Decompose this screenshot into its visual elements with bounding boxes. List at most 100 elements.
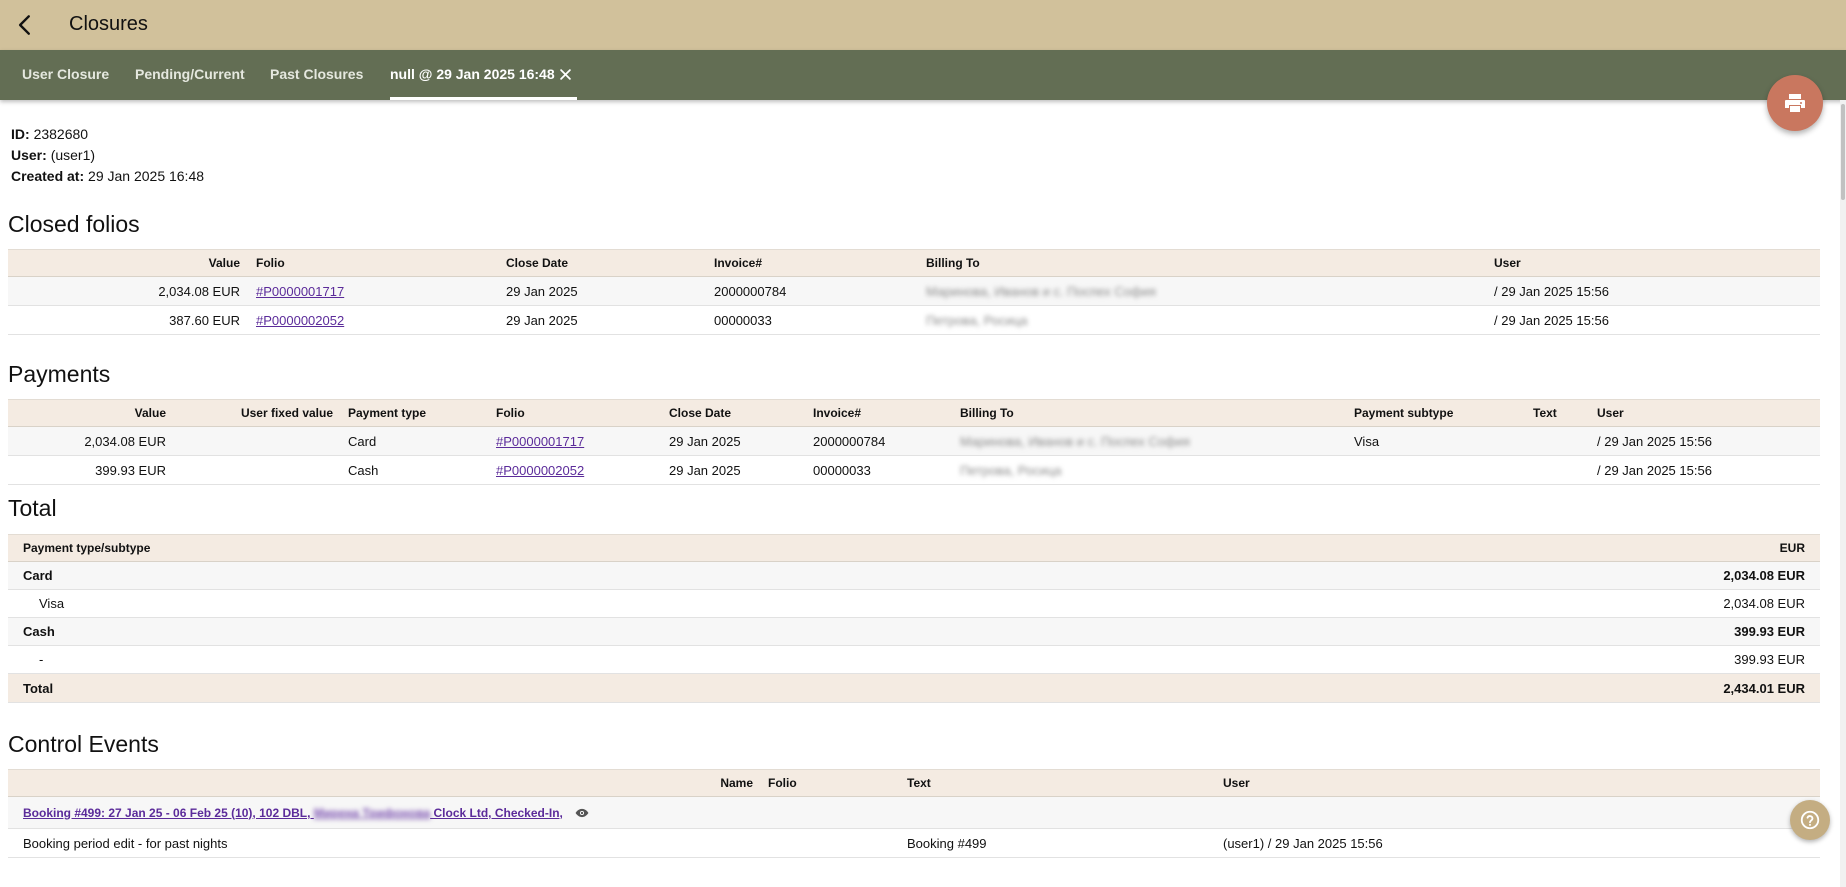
folio-link[interactable]: #P0000001717 [496, 427, 584, 455]
closure-id-label: ID: [11, 126, 30, 142]
row-user: / 29 Jan 2025 15:56 [1494, 283, 1609, 299]
row-billing-to: Маринова, Иванов и с. Поспех София [926, 283, 1156, 299]
col-user-fixed-value: User fixed value [240, 406, 333, 420]
col-close-date: Close Date [506, 256, 569, 270]
table-header: Payment type/subtype EUR [8, 534, 1820, 562]
row-close-date: 29 Jan 2025 [669, 462, 741, 478]
closure-created: Created at: 29 Jan 2025 16:48 [11, 168, 204, 184]
row-payment-type: Cash [348, 462, 379, 478]
scrollbar-track[interactable] [1840, 100, 1846, 887]
control-events-title: Control Events [8, 731, 159, 757]
booking-link[interactable]: Booking #499: 27 Jan 25 - 06 Feb 25 (10)… [23, 806, 563, 820]
total-row-cash-subtype: - 399.93 EUR [8, 646, 1820, 674]
col-payment-type: Payment type [348, 406, 427, 420]
col-invoice: Invoice# [714, 256, 763, 270]
close-icon[interactable] [560, 69, 571, 80]
control-events-table: Name Folio Text User Booking #499: 27 Ja… [8, 769, 1820, 858]
row-billing-to: Маринова, Иванов и с. Поспех София [960, 433, 1190, 449]
row-invoice: 00000033 [813, 462, 871, 478]
closed-folios-table: Value Folio Close Date Invoice# Billing … [8, 249, 1820, 335]
col-currency: EUR [1779, 541, 1805, 555]
table-header: Value User fixed value Payment type Foli… [8, 399, 1820, 427]
tab-bar: User Closure Pending/Current Past Closur… [0, 50, 1846, 100]
eye-icon[interactable] [575, 806, 589, 820]
col-folio: Folio [496, 406, 525, 420]
tab-user-closure[interactable]: User Closure [22, 50, 109, 100]
event-text: Booking #499 [907, 835, 987, 851]
control-event-row: Booking period edit - for past nights Bo… [8, 829, 1820, 858]
row-user: / 29 Jan 2025 15:56 [1597, 462, 1712, 478]
booking-link-guest: Мирена Трифонова [313, 805, 431, 820]
row-close-date: 29 Jan 2025 [506, 283, 578, 299]
help-icon [1800, 810, 1820, 830]
col-value: Value [208, 256, 240, 270]
closure-id-value: 2382680 [33, 126, 89, 142]
print-button[interactable] [1767, 75, 1823, 131]
closure-created-label: Created at: [11, 168, 85, 184]
col-user: User [1223, 776, 1250, 790]
arrow-back-icon[interactable] [12, 12, 38, 38]
closure-user: User: (user1) [11, 147, 95, 163]
row-close-date: 29 Jan 2025 [506, 312, 578, 328]
col-user: User [1494, 256, 1521, 270]
row-payment-type: Card [348, 433, 377, 449]
row-invoice: 00000033 [714, 312, 772, 328]
closure-user-value: (user1) [50, 147, 96, 163]
folio-link[interactable]: #P0000002052 [496, 456, 584, 484]
app-header: Closures [0, 0, 1846, 50]
booking-link-suffix: Clock Ltd, Checked-In, [433, 805, 563, 820]
total-row-card: Card 2,034.08 EUR [8, 562, 1820, 590]
payments-title: Payments [8, 361, 111, 387]
tab-past-closures[interactable]: Past Closures [270, 50, 363, 100]
event-name: Booking period edit - for past nights [23, 835, 228, 851]
total-row-amount: 2,034.08 EUR [1723, 568, 1805, 583]
col-user: User [1597, 406, 1624, 420]
total-table: Payment type/subtype EUR Card 2,034.08 E… [8, 534, 1820, 703]
col-invoice: Invoice# [813, 406, 862, 420]
col-folio: Folio [256, 256, 285, 270]
booking-link-prefix: Booking #499: 27 Jan 25 - 06 Feb 25 (10)… [23, 805, 311, 820]
col-billing-to: Billing To [926, 256, 980, 270]
row-user: / 29 Jan 2025 15:56 [1597, 433, 1712, 449]
row-billing-to: Петрова, Росица [926, 312, 1028, 328]
closure-user-label: User: [11, 147, 47, 163]
total-row-amount: 399.93 EUR [1734, 652, 1805, 667]
col-folio: Folio [768, 776, 797, 790]
col-text: Text [1533, 406, 1557, 420]
table-row: 387.60 EUR #P0000002052 29 Jan 2025 0000… [8, 306, 1820, 335]
scrollbar-thumb[interactable] [1841, 104, 1845, 200]
table-row: 2,034.08 EUR Card #P0000001717 29 Jan 20… [8, 427, 1820, 456]
event-user: (user1) / 29 Jan 2025 15:56 [1223, 835, 1383, 851]
tab-pending-current[interactable]: Pending/Current [135, 50, 245, 100]
booking-link-wrapper: Booking #499: 27 Jan 25 - 06 Feb 25 (10)… [23, 797, 589, 828]
total-row-grand-total: Total 2,434.01 EUR [8, 674, 1820, 703]
table-row: 399.93 EUR Cash #P0000002052 29 Jan 2025… [8, 456, 1820, 485]
row-value: 2,034.08 EUR [84, 433, 166, 449]
payments-table: Value User fixed value Payment type Foli… [8, 399, 1820, 485]
table-header: Value Folio Close Date Invoice# Billing … [8, 249, 1820, 277]
booking-group-row: Booking #499: 27 Jan 25 - 06 Feb 25 (10)… [8, 797, 1820, 829]
closure-id: ID: 2382680 [11, 126, 88, 142]
row-user: / 29 Jan 2025 15:56 [1494, 312, 1609, 328]
folio-link[interactable]: #P0000002052 [256, 306, 344, 334]
col-billing-to: Billing To [960, 406, 1014, 420]
active-tab-indicator [390, 97, 577, 100]
col-text: Text [907, 776, 931, 790]
help-button[interactable] [1790, 800, 1830, 840]
folio-link[interactable]: #P0000001717 [256, 277, 344, 305]
row-invoice: 2000000784 [813, 433, 886, 449]
row-value: 387.60 EUR [169, 312, 240, 328]
print-icon [1785, 94, 1805, 112]
tab-closure-detail[interactable]: null @ 29 Jan 2025 16:48 [390, 50, 555, 100]
total-row-amount: 2,034.08 EUR [1723, 596, 1805, 611]
col-close-date: Close Date [669, 406, 732, 420]
total-row-amount: 2,434.01 EUR [1723, 680, 1805, 696]
table-header: Name Folio Text User [8, 769, 1820, 797]
col-name: Name [720, 776, 753, 790]
total-row-cash: Cash 399.93 EUR [8, 618, 1820, 646]
closed-folios-title: Closed folios [8, 211, 140, 237]
closure-created-value: 29 Jan 2025 16:48 [88, 168, 205, 184]
row-value: 399.93 EUR [95, 462, 166, 478]
table-row: 2,034.08 EUR #P0000001717 29 Jan 2025 20… [8, 277, 1820, 306]
page-title: Closures [69, 13, 148, 35]
